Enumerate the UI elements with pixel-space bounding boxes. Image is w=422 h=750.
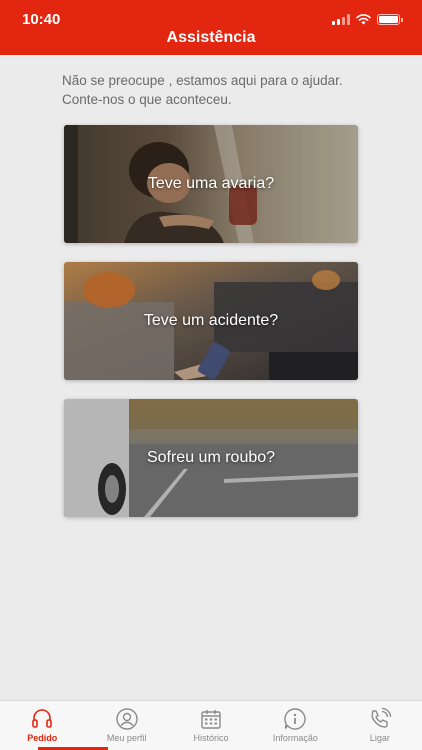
tab-pedido-label: Pedido bbox=[27, 733, 58, 743]
battery-icon bbox=[377, 13, 403, 25]
tab-historico-label: Histórico bbox=[193, 733, 229, 743]
tab-meu-perfil-label: Meu perfil bbox=[106, 733, 147, 743]
page-title: Assistência bbox=[166, 29, 256, 46]
wifi-icon bbox=[356, 13, 371, 24]
tab-bar: Pedido Meu perfil Histórico Informação L… bbox=[0, 700, 422, 750]
theft-card[interactable]: Sofreu um roubo? bbox=[64, 399, 358, 517]
signal-icon bbox=[332, 13, 350, 25]
info-icon bbox=[284, 708, 307, 730]
tab-informacao-label: Informação bbox=[272, 733, 318, 743]
accident-card-label: Teve um acidente? bbox=[143, 312, 279, 329]
breakdown-card-label: Teve uma avaria? bbox=[147, 175, 275, 192]
calendar-icon bbox=[201, 710, 221, 729]
tab-informacao[interactable]: Informação bbox=[253, 701, 337, 750]
status-time: 10:40 bbox=[22, 11, 61, 28]
headset-icon bbox=[32, 709, 53, 728]
intro-line-1: Não se preocupe , estamos aqui para o aj… bbox=[62, 73, 343, 88]
accident-card[interactable]: Teve um acidente? bbox=[64, 262, 358, 380]
tab-meu-perfil[interactable]: Meu perfil bbox=[84, 701, 168, 750]
phone-icon bbox=[371, 707, 391, 728]
status-icons bbox=[332, 13, 403, 25]
theft-card-label: Sofreu um roubo? bbox=[146, 449, 276, 466]
tab-historico[interactable]: Histórico bbox=[169, 701, 253, 750]
tab-pedido[interactable]: Pedido bbox=[0, 701, 84, 750]
intro-line-2: Conte-nos o que aconteceu. bbox=[62, 92, 232, 107]
tab-ligar-label: Ligar bbox=[369, 733, 390, 743]
breakdown-card[interactable]: Teve uma avaria? bbox=[64, 125, 358, 243]
user-icon bbox=[115, 708, 138, 730]
intro-text: Não se preocupe , estamos aqui para o aj… bbox=[62, 71, 382, 109]
tab-ligar[interactable]: Ligar bbox=[338, 701, 422, 750]
app-header: 10:40 Assistência bbox=[0, 0, 422, 55]
